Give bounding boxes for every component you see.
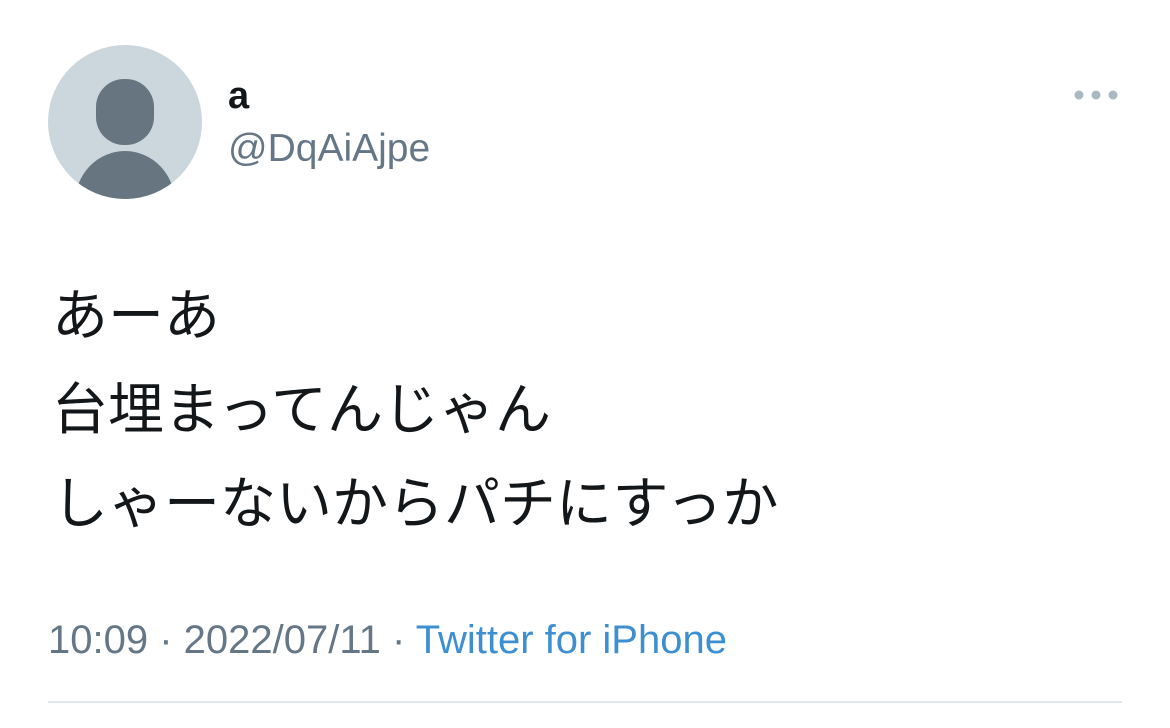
tweet-time[interactable]: 10:09 <box>48 618 148 662</box>
tweet-text-line: あーあ <box>52 284 220 349</box>
divider <box>48 701 1122 703</box>
tweet-metadata: 10:09 · 2022/07/11 · Twitter for iPhone <box>48 616 727 664</box>
tweet-date[interactable]: 2022/07/11 <box>184 618 381 662</box>
tweet-text-line: 台埋まってんじゃん <box>52 378 551 443</box>
tweet-source-link[interactable]: Twitter for iPhone <box>416 618 727 662</box>
user-handle[interactable]: @DqAiAjpe <box>228 126 430 172</box>
display-name[interactable]: a <box>228 74 249 118</box>
avatar[interactable] <box>48 45 202 199</box>
tweet-detail: a @DqAiAjpe あーあ 台埋まってんじゃん しゃーないからパチにすっか … <box>0 0 1170 728</box>
default-profile-icon <box>75 79 175 199</box>
tweet-text: あーあ 台埋まってんじゃん しゃーないからパチにすっか <box>52 270 1132 552</box>
more-horizontal-icon <box>1074 90 1118 100</box>
meta-separator: · <box>380 618 416 662</box>
more-options-button[interactable] <box>1068 78 1124 112</box>
meta-separator: · <box>148 618 184 662</box>
tweet-text-line: しゃーないからパチにすっか <box>52 472 779 537</box>
